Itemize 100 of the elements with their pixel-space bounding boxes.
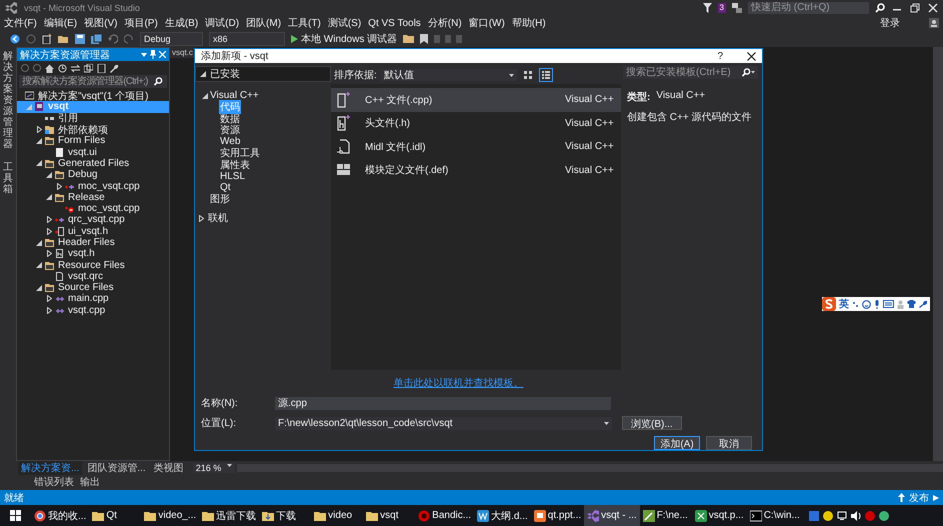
emoji-icon[interactable]: [862, 300, 871, 308]
help-button[interactable]: ?: [717, 50, 723, 62]
category-item[interactable]: HLSL: [219, 170, 246, 182]
forward-icon[interactable]: [26, 34, 36, 44]
platform-dropdown[interactable]: x86: [209, 32, 285, 46]
menu-item[interactable]: 视图(V): [84, 16, 118, 30]
add-button[interactable]: 添加(A): [654, 436, 700, 450]
zoom-dropdown[interactable]: 216 %: [192, 462, 236, 472]
input-mode-label[interactable]: 英: [839, 297, 849, 311]
taskbar-button[interactable]: 迅雷下载: [199, 505, 260, 526]
tree-item[interactable]: 解决方案"vsqt"(1 个项目): [17, 90, 169, 102]
vertical-scrollbar[interactable]: [933, 47, 943, 461]
category-item[interactable]: 图形: [209, 192, 231, 206]
tree-item[interactable]: ui_vsqt.h: [17, 226, 169, 237]
taskbar-button[interactable]: 大纲.d...: [474, 505, 531, 526]
sign-in-link[interactable]: 登录: [880, 16, 900, 30]
sound-icon[interactable]: [850, 510, 861, 520]
tree-item[interactable]: qrc_vsqt.cpp: [17, 214, 169, 226]
tree-item[interactable]: moc_vsqt.cpp: [17, 202, 169, 214]
panel-tab[interactable]: 团队资源管...: [84, 460, 149, 474]
category-item[interactable]: Qt: [219, 182, 232, 194]
collapsed-arrow-icon[interactable]: [46, 228, 52, 235]
collapse-all-icon[interactable]: [84, 64, 93, 72]
tree-item[interactable]: Source Files: [17, 282, 169, 294]
category-item[interactable]: 联机: [195, 211, 331, 225]
forward-icon[interactable]: [33, 64, 41, 72]
expanded-arrow-icon[interactable]: [36, 138, 42, 144]
panel-tab[interactable]: 解决方案资...: [18, 460, 82, 474]
windows-logo-icon[interactable]: [10, 510, 21, 521]
tree-item[interactable]: vsqt.h: [17, 248, 169, 260]
collapsed-arrow-icon[interactable]: [36, 126, 42, 134]
tree-item[interactable]: Resource Files: [17, 259, 169, 271]
menu-item[interactable]: 编辑(E): [44, 16, 78, 30]
back-icon[interactable]: [10, 34, 20, 44]
quick-launch-field[interactable]: 快速启动 (Ctrl+Q): [748, 2, 869, 14]
show-all-files-icon[interactable]: [97, 64, 106, 72]
dropdown-icon[interactable]: [141, 52, 147, 58]
taskbar-button[interactable]: Bandic...: [415, 505, 474, 526]
record-icon[interactable]: [864, 510, 875, 520]
dropdown-icon[interactable]: [933, 494, 939, 500]
tree-item[interactable]: Header Files: [17, 236, 169, 248]
template-row[interactable]: 头文件(.h) Visual C++: [331, 112, 621, 135]
expanded-arrow-icon[interactable]: [46, 194, 52, 200]
sort-dropdown[interactable]: 默认值: [380, 69, 517, 81]
expanded-arrow-icon[interactable]: [46, 172, 52, 178]
tree-item[interactable]: main.cpp: [17, 293, 169, 305]
history-icon[interactable]: [58, 64, 67, 72]
collapsed-arrow-icon[interactable]: [46, 250, 52, 258]
tree-item[interactable]: vsqt.qrc: [17, 270, 169, 282]
menu-item[interactable]: 调试(D): [205, 16, 240, 30]
ime-logo-icon[interactable]: [822, 297, 836, 311]
category-item[interactable]: 数据: [219, 112, 241, 126]
sync-icon[interactable]: [71, 64, 80, 72]
location-field[interactable]: F:\new\lesson2\qt\lesson_code\src\vsqt: [275, 416, 612, 430]
menu-item[interactable]: 项目(P): [124, 16, 158, 30]
taskbar-button[interactable]: 下载: [259, 505, 312, 526]
editor-tab[interactable]: vsqt.c: [170, 47, 195, 58]
collapsed-arrow-icon[interactable]: [46, 216, 52, 224]
tree-item[interactable]: 外部依赖项: [17, 124, 169, 136]
wrench-icon[interactable]: [919, 300, 927, 308]
taskbar-button[interactable]: vsqt - ...: [584, 505, 640, 526]
keyboard-icon[interactable]: [883, 300, 894, 308]
menu-item[interactable]: Qt VS Tools: [368, 18, 421, 28]
panel-tab[interactable]: 类视图: [150, 460, 187, 474]
bookmark-icon[interactable]: [420, 34, 428, 44]
save-icon[interactable]: [75, 34, 85, 44]
template-row[interactable]: Midl 文件(.idl) Visual C++: [331, 135, 621, 158]
menu-item[interactable]: 生成(B): [164, 16, 198, 30]
category-item[interactable]: 资源: [219, 123, 241, 138]
pin-icon[interactable]: [150, 50, 156, 59]
category-item[interactable]: 已安装: [195, 66, 331, 82]
category-item[interactable]: Web: [219, 136, 242, 148]
feedback-icon[interactable]: [732, 2, 742, 12]
menu-item[interactable]: 帮助(H): [512, 16, 546, 30]
tree-item[interactable]: vsqt.cpp: [17, 304, 169, 316]
template-row[interactable]: 模块定义文件(.def) Visual C++: [331, 158, 621, 182]
account-icon[interactable]: [929, 18, 939, 28]
expanded-arrow-icon[interactable]: [36, 262, 42, 268]
collapsed-arrow-icon[interactable]: [56, 182, 62, 190]
taskbar-button[interactable]: qt.ppt...: [530, 505, 584, 526]
wrench-icon[interactable]: [110, 64, 119, 72]
start-debugging-button[interactable]: 本地 Windows 调试器: [291, 32, 398, 46]
taskbar-button[interactable]: video_...: [141, 505, 200, 526]
side-tab[interactable]: 工具箱: [3, 162, 13, 195]
view-toggle[interactable]: [538, 68, 553, 82]
home-icon[interactable]: [45, 64, 54, 72]
tree-item[interactable]: Form Files: [17, 135, 169, 146]
side-tab[interactable]: 解决方案资源管理器: [3, 51, 13, 150]
redo-icon[interactable]: [124, 34, 134, 44]
tree-item[interactable]: moc_vsqt.cpp: [17, 180, 169, 192]
save-all-icon[interactable]: [91, 34, 102, 44]
output-tab[interactable]: 输出: [80, 475, 100, 489]
collapsed-arrow-icon[interactable]: [46, 295, 52, 302]
taskbar-button[interactable]: vsqt.p...: [692, 505, 747, 526]
tree-item[interactable]: vsqt.ui: [17, 146, 169, 158]
menu-item[interactable]: 测试(S): [328, 16, 362, 30]
taskbar-button[interactable]: video: [311, 505, 364, 526]
app-tray-icon[interactable]: [878, 510, 889, 520]
expanded-arrow-icon[interactable]: [202, 92, 208, 99]
expanded-arrow-icon[interactable]: [36, 160, 42, 166]
